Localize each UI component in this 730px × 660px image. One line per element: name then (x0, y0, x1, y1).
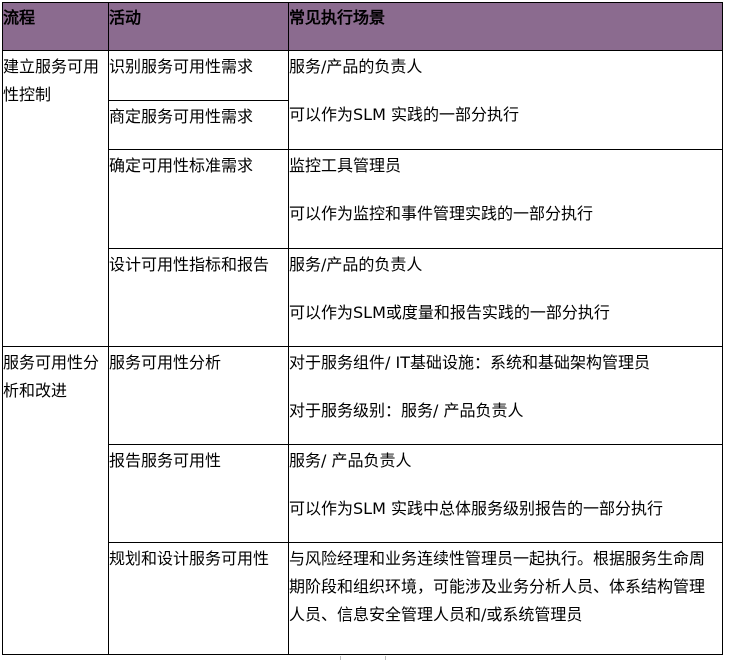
activity-cell: 设计可用性指标和报告 (108, 248, 289, 347)
scene-cell: 对于服务组件/ IT基础设施：系统和基础架构管理员 对于服务级别：服务/ 产品负… (288, 346, 723, 445)
scene-cell: 服务/产品的负责人 可以作为SLM 实践的一部分执行 (288, 50, 723, 150)
process-cell: 建立服务可用性控制 (2, 50, 109, 347)
table-row: 建立服务可用性控制 识别服务可用性需求 服务/产品的负责人 可以作为SLM 实践… (2, 50, 723, 347)
table-row: 服务可用性分析和改进 服务可用性分析 对于服务组件/ IT基础设施：系统和基础架… (2, 346, 723, 655)
scene-line: 服务/产品的负责人 (289, 255, 423, 274)
activity-label: 商定服务可用性需求 (109, 107, 254, 126)
activity-cell: 商定服务可用性需求 (108, 100, 289, 150)
table-row: 规划和设计服务可用性 与风险经理和业务连续性管理员一起执行。根据服务生命周期阶段… (3, 542, 723, 655)
scene-line: 服务/ 产品负责人 (289, 451, 412, 470)
activity-label: 识别服务可用性需求 (109, 57, 254, 76)
scene-cell: 服务/ 产品负责人 可以作为SLM 实践中总体服务级别报告的一部分执行 (288, 444, 723, 543)
process-cell: 服务可用性分析和改进 (2, 346, 109, 655)
scene-line: 与风险经理和业务连续性管理员一起执行。根据服务生命周期阶段和组织环境，可能涉及业… (289, 549, 706, 624)
activity-cell: 识别服务可用性需求 (108, 50, 289, 101)
scene-cell: 监控工具管理员 可以作为监控和事件管理实践的一部分执行 (288, 149, 723, 249)
activity-label: 设计可用性指标和报告 (109, 255, 270, 274)
scene-line: 监控工具管理员 (289, 156, 402, 175)
scene-line: 可以作为SLM 实践的一部分执行 (289, 105, 519, 124)
activity-cell: 服务可用性分析 (108, 346, 289, 445)
activity-label: 报告服务可用性 (109, 451, 222, 470)
process-label: 服务可用性分析和改进 (3, 353, 100, 400)
table-header-row: 流程 活动 常见执行场景 (2, 2, 723, 51)
header-scene: 常见执行场景 (288, 2, 723, 51)
scene-line: 可以作为SLM 实践中总体服务级别报告的一部分执行 (289, 499, 663, 518)
process-label: 建立服务可用性控制 (3, 57, 100, 104)
scene-line: 对于服务组件/ IT基础设施：系统和基础架构管理员 (289, 353, 650, 372)
page-edge-marker (340, 656, 386, 660)
table-row: 设计可用性指标和报告 服务/产品的负责人 可以作为SLM或度量和报告实践的一部分… (3, 248, 723, 347)
activity-label: 确定可用性标准需求 (109, 156, 254, 175)
scene-line: 对于服务级别：服务/ 产品负责人 (289, 401, 524, 420)
scene-line: 可以作为SLM或度量和报告实践的一部分执行 (289, 303, 610, 322)
scene-line: 可以作为监控和事件管理实践的一部分执行 (289, 204, 594, 223)
activity-label: 服务可用性分析 (109, 353, 222, 372)
table-row: 报告服务可用性 服务/ 产品负责人 可以作为SLM 实践中总体服务级别报告的一部… (3, 444, 723, 543)
scene-line: 服务/产品的负责人 (289, 57, 423, 76)
process-table: 流程 活动 常见执行场景 建立服务可用性控制 识别服务可用性需求 服务/产品的负… (2, 2, 723, 655)
header-activity: 活动 (108, 2, 289, 51)
activity-cell: 规划和设计服务可用性 (108, 542, 289, 655)
activity-cell: 确定可用性标准需求 (108, 149, 289, 249)
scene-cell: 与风险经理和业务连续性管理员一起执行。根据服务生命周期阶段和组织环境，可能涉及业… (288, 542, 723, 655)
scene-cell: 服务/产品的负责人 可以作为SLM或度量和报告实践的一部分执行 (288, 248, 723, 347)
header-process: 流程 (2, 2, 109, 51)
activity-cell: 报告服务可用性 (108, 444, 289, 543)
table-row: 确定可用性标准需求 监控工具管理员 可以作为监控和事件管理实践的一部分执行 (3, 149, 723, 249)
activity-label: 规划和设计服务可用性 (109, 549, 270, 568)
